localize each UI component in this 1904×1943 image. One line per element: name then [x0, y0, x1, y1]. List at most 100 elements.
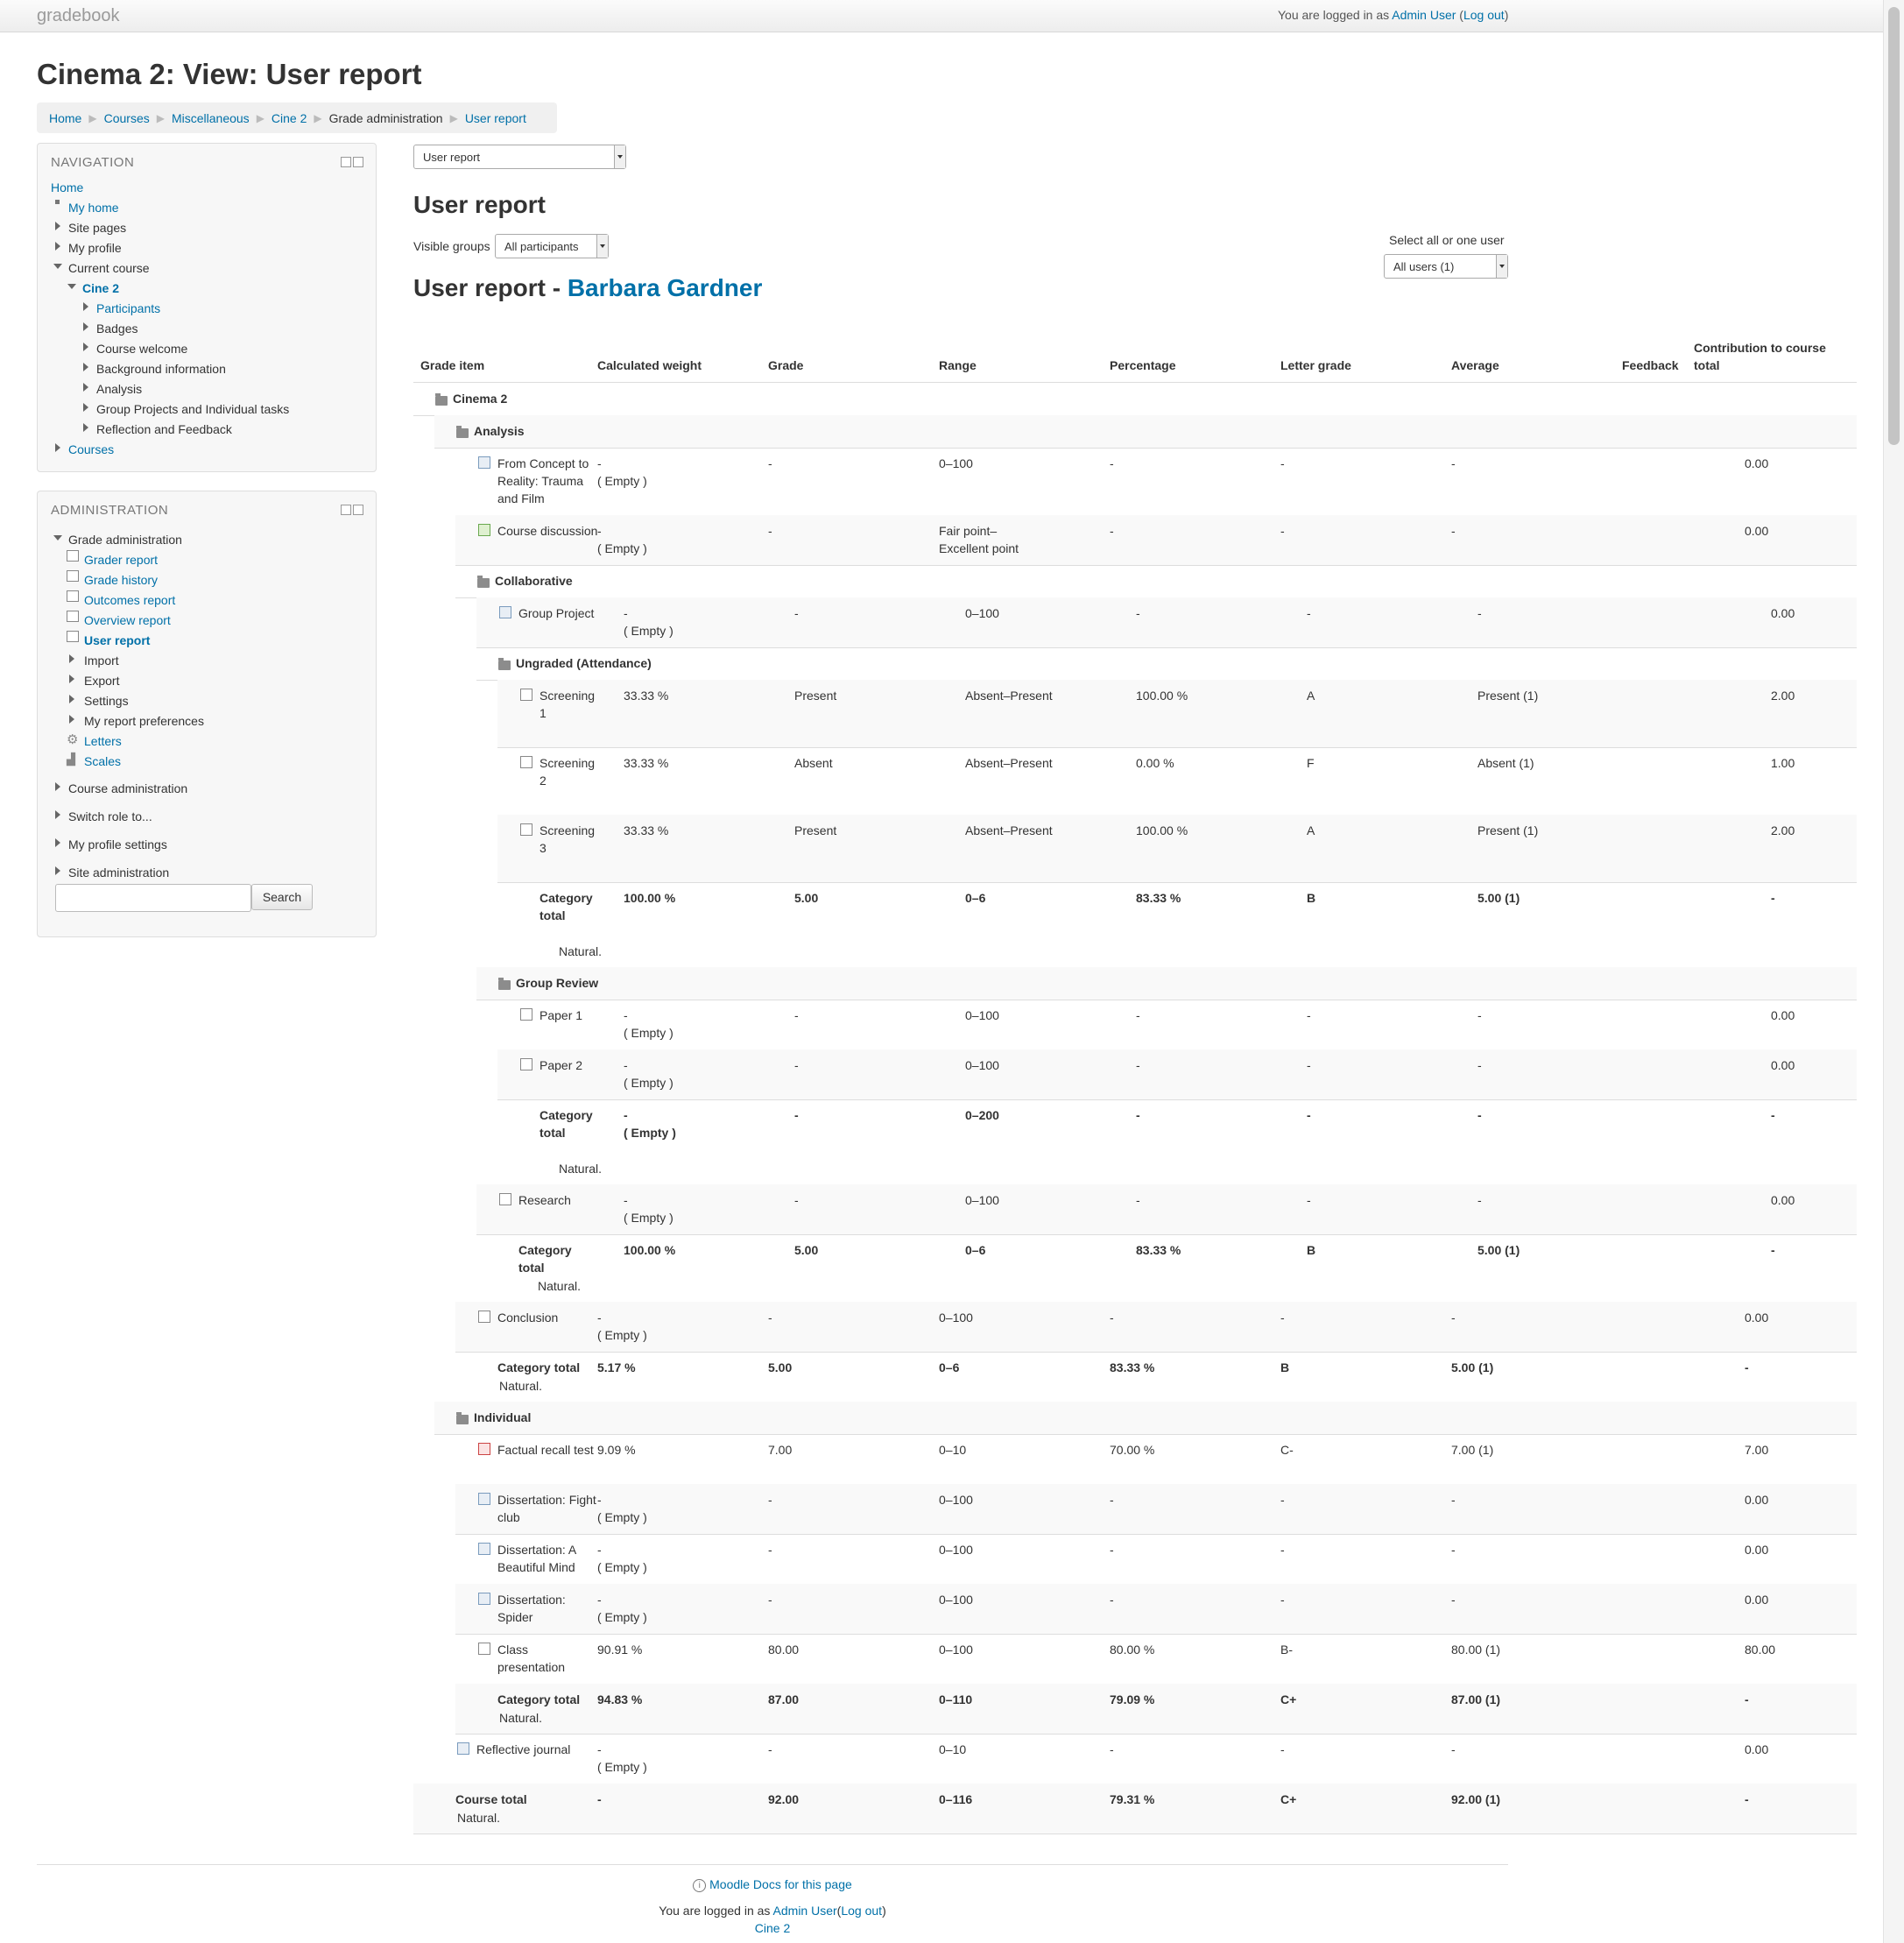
dock-icon[interactable] [353, 157, 363, 167]
expand-arrow-icon[interactable] [83, 403, 88, 412]
grade-item-name[interactable]: Dissertation: A Beautiful Mind [497, 1541, 598, 1576]
admin-report-preferences[interactable]: My report preferences [84, 714, 204, 728]
nav-cine2[interactable]: Cine 2 [82, 281, 119, 295]
collapse-icon[interactable] [341, 157, 351, 167]
forum-icon [478, 524, 490, 536]
login-user-link[interactable]: Admin User [1392, 8, 1456, 22]
nav-site-pages[interactable]: Site pages [68, 221, 126, 235]
admin-course-administration[interactable]: Course administration [68, 781, 187, 795]
grade-item-name[interactable]: Dissertation: Fight club [497, 1491, 598, 1526]
nav-reflection[interactable]: Reflection and Feedback [96, 422, 232, 436]
scrollbar-thumb[interactable] [1888, 7, 1900, 445]
letter-grade-cell: C+ [1280, 1792, 1297, 1806]
breadcrumb-courses[interactable]: Courses [104, 111, 150, 125]
admin-grade-history[interactable]: Grade history [84, 573, 158, 587]
nav-my-home[interactable]: My home [68, 201, 119, 215]
weight-empty-note: ( Empty ) [597, 1760, 647, 1774]
contribution-cell: 7.00 [1745, 1443, 1769, 1457]
expand-arrow-icon[interactable] [69, 715, 74, 724]
nav-participants[interactable]: Participants [96, 301, 160, 315]
grade-cell: Absent [794, 756, 833, 770]
weight-cell: - [597, 524, 602, 538]
admin-scales[interactable]: Scales [84, 754, 121, 768]
nav-analysis[interactable]: Analysis [96, 382, 142, 396]
expand-arrow-icon[interactable] [69, 654, 74, 663]
weight-cell: 9.09 % [597, 1443, 636, 1457]
expand-arrow-icon[interactable] [55, 222, 60, 230]
expand-arrow-icon[interactable] [55, 242, 60, 251]
visible-groups-select[interactable]: All participants [495, 234, 609, 258]
average-cell: Present (1) [1477, 823, 1539, 837]
percentage-cell: - [1110, 1543, 1114, 1557]
moodle-docs-link[interactable]: Moodle Docs for this page [709, 1877, 852, 1891]
admin-outcomes-report[interactable]: Outcomes report [84, 593, 175, 607]
page-scrollbar[interactable] [1883, 0, 1904, 1943]
collapse-arrow-icon[interactable] [53, 264, 62, 269]
nav-current-course[interactable]: Current course [68, 261, 150, 275]
admin-search-input[interactable] [55, 884, 251, 912]
collapse-arrow-icon[interactable] [53, 535, 62, 541]
average-cell: - [1451, 524, 1456, 538]
report-user-name-link[interactable]: Barbara Gardner [568, 274, 763, 301]
expand-arrow-icon[interactable] [55, 443, 60, 452]
grade-item-name[interactable]: Dissertation: Spider [497, 1591, 598, 1626]
breadcrumb-home[interactable]: Home [49, 111, 81, 125]
admin-settings[interactable]: Settings [84, 694, 129, 708]
grade-item-name[interactable]: From Concept to Reality: Trauma and Film [497, 455, 598, 507]
admin-import[interactable]: Import [84, 654, 119, 668]
footer-logout-link[interactable]: Log out [841, 1904, 882, 1918]
grade-item-name[interactable]: Reflective journal [476, 1741, 599, 1758]
expand-arrow-icon[interactable] [83, 322, 88, 331]
footer-user-link[interactable]: Admin User [773, 1904, 837, 1918]
admin-profile-settings[interactable]: My profile settings [68, 837, 167, 851]
nav-home[interactable]: Home [51, 180, 83, 194]
grade-item-name[interactable]: Factual recall test [497, 1441, 598, 1459]
expand-arrow-icon[interactable] [83, 343, 88, 351]
admin-grader-report[interactable]: Grader report [84, 553, 158, 567]
logout-link[interactable]: Log out [1463, 8, 1505, 22]
breadcrumb-user-report[interactable]: User report [465, 111, 526, 125]
report-type-select[interactable]: User report [413, 145, 626, 169]
admin-letters[interactable]: Letters [84, 734, 122, 748]
expand-arrow-icon[interactable] [83, 363, 88, 371]
grade-item-name[interactable]: Course discussion [497, 522, 598, 540]
admin-export[interactable]: Export [84, 674, 119, 688]
grade-item-name[interactable]: Group Project [518, 604, 619, 622]
grade-cell: Present [794, 823, 837, 837]
dock-icon[interactable] [353, 505, 363, 515]
expand-arrow-icon[interactable] [69, 675, 74, 683]
chevron-down-icon [614, 145, 625, 168]
site-name[interactable]: gradebook [37, 6, 120, 26]
block-controls [341, 505, 363, 515]
nav-courses[interactable]: Courses [68, 442, 114, 456]
select-user-select[interactable]: All users (1) [1384, 254, 1508, 279]
nav-course-welcome[interactable]: Course welcome [96, 342, 187, 356]
expand-arrow-icon[interactable] [55, 782, 60, 791]
admin-site-administration[interactable]: Site administration [68, 866, 169, 880]
expand-arrow-icon[interactable] [83, 383, 88, 392]
expand-arrow-icon[interactable] [69, 695, 74, 703]
expand-arrow-icon[interactable] [83, 302, 88, 311]
expand-arrow-icon[interactable] [55, 838, 60, 847]
admin-overview-report[interactable]: Overview report [84, 613, 171, 627]
expand-arrow-icon[interactable] [55, 810, 60, 819]
nav-my-profile[interactable]: My profile [68, 241, 122, 255]
admin-user-report[interactable]: User report [84, 633, 150, 647]
nav-background-information[interactable]: Background information [96, 362, 226, 376]
admin-search-button[interactable]: Search [251, 884, 313, 910]
nav-badges[interactable]: Badges [96, 321, 138, 336]
expand-arrow-icon[interactable] [83, 423, 88, 432]
nav-group-projects[interactable]: Group Projects and Individual tasks [96, 402, 289, 416]
collapse-arrow-icon[interactable] [67, 284, 76, 289]
breadcrumb-cine2[interactable]: Cine 2 [271, 111, 307, 125]
collapse-icon[interactable] [341, 505, 351, 515]
footer-course-link[interactable]: Cine 2 [755, 1921, 790, 1935]
letter-grade-cell: - [1280, 456, 1285, 470]
breadcrumb-miscellaneous[interactable]: Miscellaneous [172, 111, 250, 125]
admin-switch-role[interactable]: Switch role to... [68, 809, 152, 823]
expand-arrow-icon[interactable] [55, 866, 60, 875]
weight-cell: - [597, 1543, 602, 1557]
weight-cell: 5.17 % [597, 1360, 636, 1374]
admin-grade-administration[interactable]: Grade administration [68, 533, 182, 547]
assignment-icon [478, 1493, 490, 1505]
